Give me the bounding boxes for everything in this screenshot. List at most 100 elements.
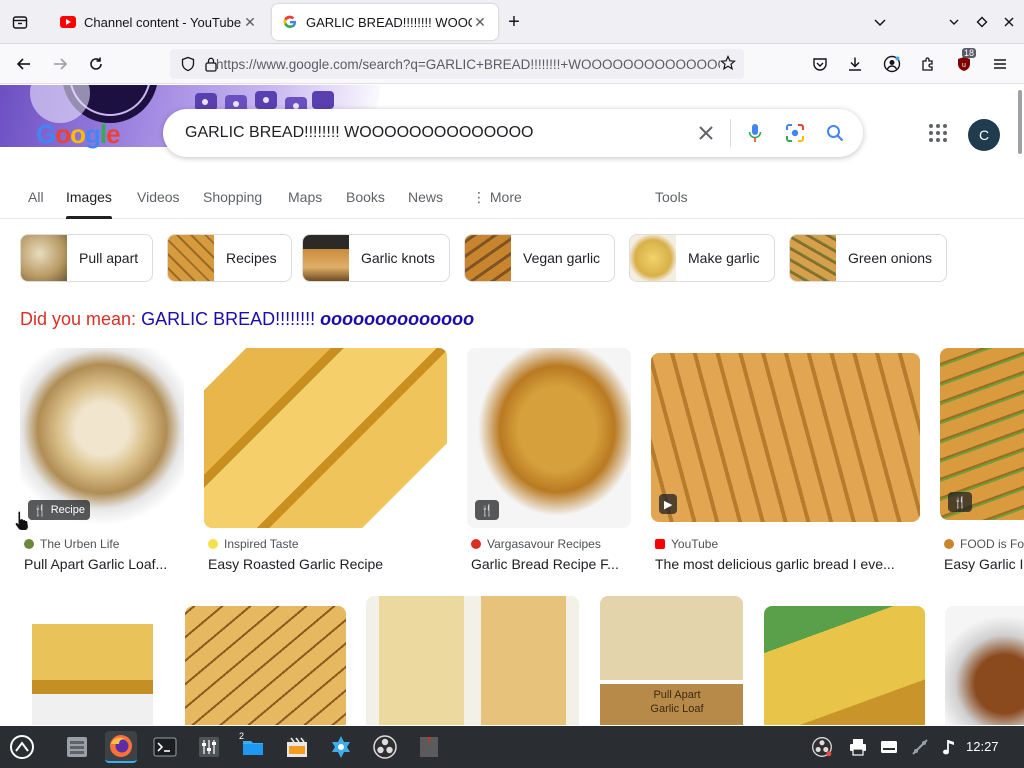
image-result-2[interactable] (204, 348, 447, 528)
obs-icon[interactable] (369, 731, 401, 763)
youtube-icon (60, 14, 76, 30)
result-source[interactable]: YouTube (655, 537, 718, 551)
clipboard-icon[interactable] (873, 731, 905, 763)
image-result-4[interactable]: ▶ (651, 353, 920, 522)
chip-recipes[interactable]: Recipes (167, 234, 292, 282)
minimize-icon[interactable] (942, 10, 966, 34)
tab-books[interactable]: Books (346, 189, 385, 205)
image-result-11[interactable] (945, 606, 1024, 725)
more-vertical-icon: ⋮ (472, 189, 490, 205)
media-player-icon[interactable] (934, 731, 966, 763)
chip-thumbnail (21, 235, 67, 281)
search-icon[interactable] (815, 113, 855, 153)
chip-green-onions[interactable]: Green onions (789, 234, 948, 282)
search-input[interactable]: GARLIC BREAD!!!!!!!! WOOOOOOOOOOOOOO (185, 124, 686, 142)
file-manager-icon[interactable] (61, 731, 93, 763)
video-editor-icon[interactable] (281, 731, 313, 763)
application-launcher-icon[interactable] (6, 731, 38, 763)
taskbar-clock[interactable]: 12:27 (966, 739, 999, 754)
result-source[interactable]: Inspired Taste (208, 537, 299, 551)
chip-garlic-knots[interactable]: Garlic knots (302, 234, 450, 282)
shield-icon[interactable] (180, 56, 196, 75)
browser-tab-google-search[interactable]: GARLIC BREAD!!!!!!!! WOOOOOOOOOOOOOO ✕ (272, 4, 498, 40)
did-you-mean-link[interactable]: GARLIC BREAD!!!!!!!! oooooooooooooo (141, 309, 474, 329)
image-result-6[interactable] (32, 596, 153, 725)
voice-search-icon[interactable] (735, 113, 775, 153)
firefox-icon[interactable] (105, 731, 137, 763)
page-scrollbar[interactable] (1018, 90, 1022, 154)
list-all-tabs-icon[interactable] (868, 10, 892, 34)
terminal-icon[interactable] (149, 731, 181, 763)
window-thumbnail-icon[interactable] (413, 731, 445, 763)
network-icon[interactable] (904, 731, 936, 763)
ublock-icon[interactable]: u 18 (952, 48, 977, 76)
browser-tab-youtube-studio[interactable]: Channel content - YouTube Studio ✕ (50, 4, 268, 40)
result-source[interactable]: The Urben Life (24, 537, 119, 551)
tab-shopping[interactable]: Shopping (203, 189, 262, 205)
bookmark-star-icon[interactable] (720, 54, 736, 74)
image-result-9[interactable]: Pull Apart Garlic Loaf (600, 596, 743, 725)
image-result-1[interactable]: 🍴 Recipe (20, 348, 184, 528)
account-avatar[interactable]: C (968, 119, 1000, 151)
tab-news[interactable]: News (408, 189, 443, 205)
tab-images[interactable]: Images (66, 189, 112, 219)
result-source[interactable]: Vargasavour Recipes (471, 537, 601, 551)
close-tab-icon[interactable]: ✕ (472, 14, 488, 31)
google-apps-icon[interactable] (928, 123, 952, 147)
tab-label: Channel content - YouTube Studio (84, 14, 242, 30)
chip-vegan-garlic[interactable]: Vegan garlic (464, 234, 616, 282)
image-result-8[interactable] (366, 596, 579, 725)
window-close-icon[interactable] (997, 10, 1021, 34)
new-tab-button[interactable]: + (502, 10, 526, 34)
lock-icon[interactable] (204, 56, 218, 75)
url-text[interactable]: https://www.google.com/search?q=GARLIC+B… (216, 57, 720, 72)
result-title[interactable]: The most delicious garlic bread I eve... (655, 556, 920, 572)
close-tab-icon[interactable]: ✕ (242, 14, 258, 31)
chip-make-garlic[interactable]: Make garlic (629, 234, 775, 282)
back-arrow-icon[interactable] (12, 52, 36, 76)
tab-tools[interactable]: Tools (655, 189, 688, 205)
result-title[interactable]: Easy Garlic I (944, 556, 1024, 572)
result-title[interactable]: Garlic Bread Recipe F... (471, 556, 631, 572)
printer-icon[interactable] (842, 731, 874, 763)
more-tab[interactable]: ⋮ More (472, 189, 522, 206)
url-bar[interactable]: https://www.google.com/search?q=GARLIC+B… (170, 49, 744, 79)
tab-manager-icon[interactable] (8, 10, 32, 34)
download-icon[interactable] (843, 52, 867, 76)
extensions-icon[interactable] (916, 52, 940, 76)
result-source[interactable]: FOOD is Fo (944, 537, 1024, 551)
more-label: More (489, 189, 522, 205)
result-title[interactable]: Easy Roasted Garlic Recipe (208, 556, 451, 572)
window-count-badge: 2 (239, 731, 245, 741)
utensils-icon: 🍴 (480, 504, 494, 517)
play-icon: ▶ (664, 498, 673, 511)
image-result-7[interactable] (185, 606, 346, 725)
source-favicon-icon (24, 539, 34, 549)
account-icon[interactable] (880, 52, 904, 76)
search-box[interactable]: GARLIC BREAD!!!!!!!! WOOOOOOOOOOOOOO (163, 109, 863, 157)
clear-search-icon[interactable] (686, 113, 726, 153)
mixer-icon[interactable] (193, 731, 225, 763)
obs-tray-icon[interactable] (806, 731, 838, 763)
google-logo[interactable]: Google (36, 119, 121, 150)
dolphin-folder-icon[interactable]: 2 (237, 731, 269, 763)
lens-search-icon[interactable] (775, 113, 815, 153)
maximize-icon[interactable] (970, 10, 994, 34)
source-name: The Urben Life (40, 537, 120, 551)
google-icon (282, 14, 298, 30)
image-result-3[interactable]: 🍴 (467, 348, 631, 528)
tab-maps[interactable]: Maps (288, 189, 322, 205)
did-you-mean-query: GARLIC BREAD!!!!!!!! (141, 309, 316, 329)
kdenlive-snowflake-icon[interactable] (325, 731, 357, 763)
menu-hamburger-icon[interactable] (988, 52, 1012, 76)
image-result-5[interactable]: 🍴 (940, 348, 1024, 520)
image-result-10[interactable] (764, 606, 925, 725)
tab-videos[interactable]: Videos (137, 189, 180, 205)
source-favicon-icon (471, 539, 481, 549)
reload-icon[interactable] (84, 52, 108, 76)
pocket-icon[interactable] (808, 52, 832, 76)
result-title[interactable]: Pull Apart Garlic Loaf... (24, 556, 188, 572)
chip-pull-apart[interactable]: Pull apart (20, 234, 154, 282)
tab-all[interactable]: All (28, 189, 44, 205)
forward-arrow-icon[interactable] (48, 52, 72, 76)
